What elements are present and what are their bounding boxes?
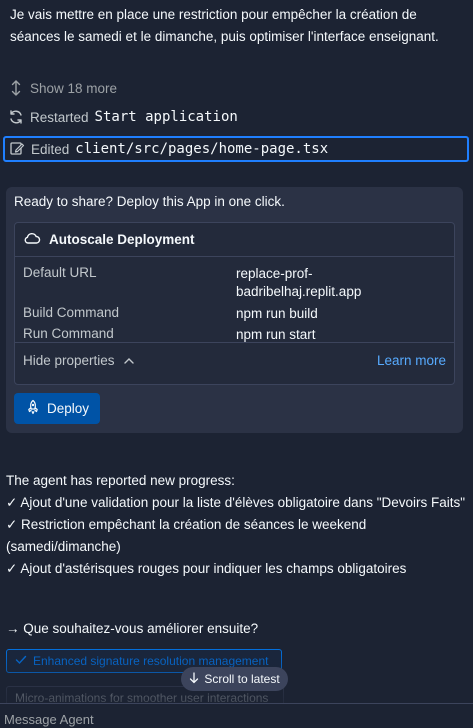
- edited-label: Edited: [31, 141, 70, 157]
- deployment-panel: Autoscale Deployment Default URL replace…: [14, 222, 455, 385]
- agent-message-intro: Je vais mettre en place une restriction …: [10, 7, 439, 44]
- deploy-button[interactable]: Deploy: [14, 393, 100, 424]
- restarted-name: Start application: [94, 109, 238, 125]
- show-more-label: Show 18 more: [30, 80, 118, 96]
- message-composer: [0, 703, 473, 728]
- edited-file-row[interactable]: Edited client/src/pages/home-page.tsx: [3, 136, 469, 162]
- deployment-header: Autoscale Deployment: [23, 231, 195, 248]
- follow-up-question: → Que souhaitez-vous améliorer ensuite?: [6, 621, 259, 636]
- show-more-button[interactable]: Show 18 more: [8, 80, 117, 96]
- property-key: Run Command: [23, 326, 114, 341]
- property-key: Default URL: [23, 265, 97, 280]
- learn-more-link[interactable]: Learn more: [377, 353, 446, 368]
- message-agent-input[interactable]: [4, 710, 464, 728]
- deploy-card: Ready to share? Deploy this App in one c…: [6, 187, 463, 433]
- divider: [15, 256, 454, 257]
- progress-item: ✓ Ajout d'une validation pour la liste d…: [6, 495, 466, 510]
- default-url-value[interactable]: replace-prof-badribelhaj.replit.app: [236, 265, 436, 301]
- suggestion-label: Enhanced signature resolution management: [33, 654, 269, 668]
- property-key: Build Command: [23, 305, 120, 320]
- progress-report: The agent has reported new progress: ✓ A…: [6, 470, 466, 580]
- check-icon: [15, 654, 27, 668]
- edited-file-path: client/src/pages/home-page.tsx: [75, 141, 329, 157]
- deployment-title: Autoscale Deployment: [49, 232, 195, 247]
- cloud-icon: [23, 231, 41, 248]
- arrow-down-icon: [189, 671, 199, 687]
- rocket-icon: [25, 399, 41, 418]
- expand-vertical-icon: [8, 80, 24, 96]
- progress-item: ✓ Ajout d'astérisques rouges pour indiqu…: [6, 561, 407, 576]
- progress-item: ✓ Restriction empêchant la création de s…: [6, 517, 367, 554]
- restarted-label: Restarted: [30, 109, 89, 125]
- edit-file-icon: [9, 140, 25, 159]
- divider: [15, 342, 454, 343]
- build-command-value: npm run build: [236, 306, 318, 321]
- scroll-to-latest-label: Scroll to latest: [204, 672, 280, 686]
- deploy-card-lead: Ready to share? Deploy this App in one c…: [14, 194, 285, 209]
- hide-properties-toggle[interactable]: Hide properties: [23, 353, 135, 368]
- restarted-status: Restarted Start application: [8, 109, 238, 125]
- scroll-to-latest-button[interactable]: Scroll to latest: [181, 667, 288, 691]
- hide-properties-label: Hide properties: [23, 353, 115, 368]
- chevron-up-icon: [123, 353, 135, 368]
- progress-heading: The agent has reported new progress:: [6, 473, 235, 488]
- deploy-button-label: Deploy: [46, 401, 90, 416]
- restart-icon: [8, 109, 24, 125]
